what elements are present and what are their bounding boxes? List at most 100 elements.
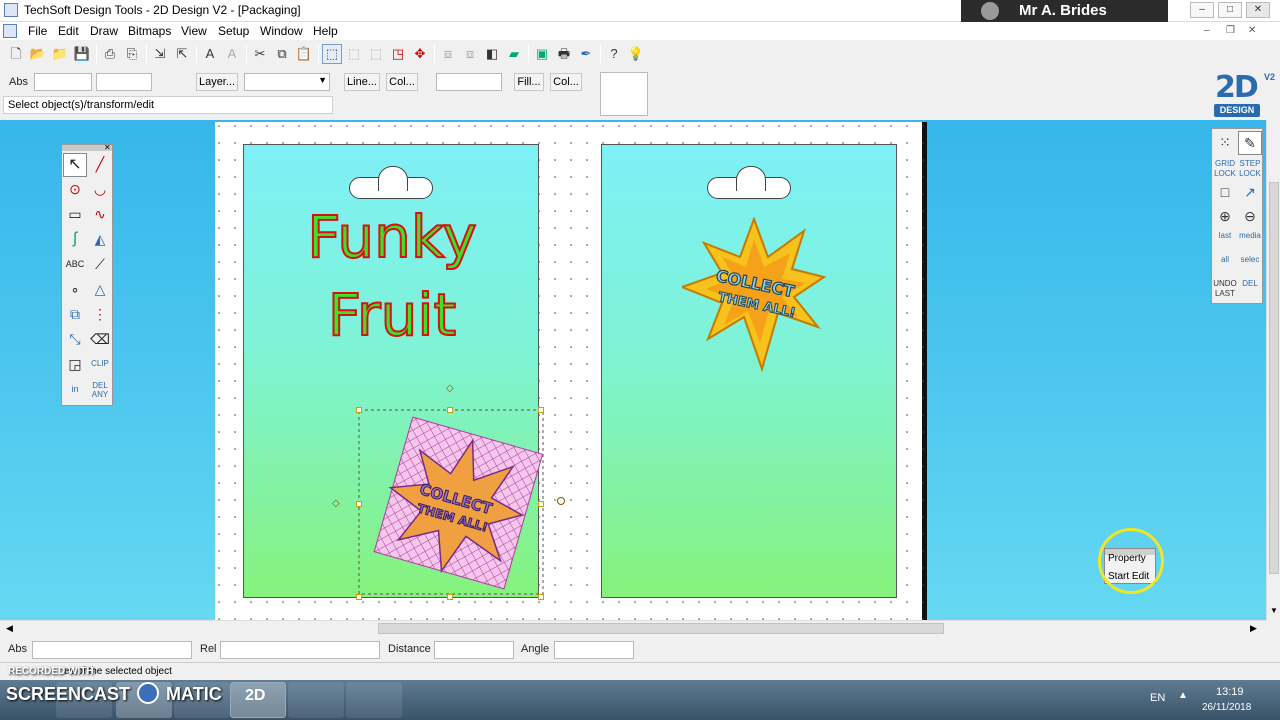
vertical-scroll-thumb[interactable] <box>1269 182 1279 574</box>
new-file-icon[interactable]: 🗋 <box>6 44 26 64</box>
handle-bottom-left[interactable] <box>356 594 362 600</box>
layer-up-icon[interactable]: ⧈ <box>438 44 458 64</box>
help-bulb-icon[interactable]: 💡 <box>626 44 646 64</box>
handle-bottom-right[interactable] <box>538 594 544 600</box>
erase-tool-icon[interactable]: ⌫ <box>88 328 112 352</box>
scroll-left-icon[interactable]: ◀ <box>6 623 13 634</box>
trim-tool-icon[interactable]: ◲ <box>63 353 87 377</box>
node-edit-icon[interactable]: ⤡ <box>63 328 87 352</box>
layer-dropdown[interactable]: ▼ <box>244 73 330 91</box>
print-setup-icon[interactable]: ⎘ <box>122 44 142 64</box>
clip-tool-icon[interactable]: CLIP <box>88 353 112 377</box>
line-width-field[interactable] <box>436 73 502 91</box>
selected-starburst-object[interactable]: COLLECT THEM ALL! <box>355 382 565 620</box>
horizontal-scroll-thumb[interactable] <box>378 623 944 634</box>
line-colour-button[interactable]: Col... <box>386 73 418 91</box>
in-tool-icon[interactable]: in <box>63 378 87 402</box>
all-icon[interactable]: all <box>1213 253 1237 277</box>
handle-top-left[interactable] <box>356 407 362 413</box>
del-icon[interactable]: DEL <box>1238 277 1262 301</box>
fill-colour-button[interactable]: Col... <box>550 73 582 91</box>
scroll-right-icon[interactable]: ▶ <box>1250 623 1257 634</box>
line-style-button[interactable]: Line... <box>344 73 380 91</box>
menu-file[interactable]: File <box>28 24 47 38</box>
cut-icon[interactable]: ✂ <box>250 44 270 64</box>
maximize-button[interactable]: □ <box>1218 2 1242 18</box>
circle-tool-icon[interactable]: ⊙ <box>63 178 87 202</box>
2d-design-taskbar-icon[interactable]: 2D <box>230 682 286 718</box>
step-lock-icon[interactable]: STEP LOCK <box>1238 157 1262 181</box>
open-file-icon[interactable]: 📂 <box>28 44 48 64</box>
pivot-handle-icon[interactable] <box>557 497 565 505</box>
document-icon[interactable] <box>3 24 17 38</box>
fruit-title[interactable]: Fruit <box>244 280 540 350</box>
layer-button[interactable]: Layer... <box>196 73 238 91</box>
delete-any-icon[interactable]: DEL ANY <box>88 378 112 402</box>
rotate-handle-icon[interactable]: ◇ <box>446 383 454 394</box>
abs-y-field[interactable] <box>96 73 152 91</box>
frame-icon[interactable]: □ <box>1213 181 1237 205</box>
drawing-workspace[interactable]: Funky Fruit COLLECT THEM ALL! COLLECT TH… <box>0 120 1266 620</box>
pen-plotter-icon[interactable]: ✒ <box>576 44 596 64</box>
vertical-scrollbar[interactable]: ▼ <box>1266 120 1280 620</box>
grid-lock-icon[interactable]: GRID LOCK <box>1213 157 1237 181</box>
arc-tool-icon[interactable]: ◡ <box>88 178 112 202</box>
text-tool-icon[interactable]: ABC <box>63 253 87 277</box>
close-button[interactable]: ✕ <box>1246 2 1270 18</box>
media-icon[interactable]: media <box>1238 229 1262 253</box>
funky-title[interactable]: Funky <box>244 202 540 272</box>
context-help-icon[interactable]: ? <box>604 44 624 64</box>
menu-help[interactable]: Help <box>313 24 338 38</box>
line-tool-icon[interactable]: ╱ <box>88 153 112 177</box>
grid-icon[interactable]: ⁙ <box>1213 131 1237 155</box>
app-taskbar-icon[interactable] <box>346 682 402 718</box>
menu-setup[interactable]: Setup <box>218 24 249 38</box>
handle-middle-left[interactable] <box>356 501 362 507</box>
triangle-tool-icon[interactable]: △ <box>88 278 112 302</box>
toolbox-close-icon[interactable]: ✕ <box>104 143 111 152</box>
group-tool-icon[interactable]: ⧉ <box>63 303 87 327</box>
import-icon[interactable]: ⇲ <box>150 44 170 64</box>
paste-icon[interactable]: 📋 <box>294 44 314 64</box>
horizontal-scrollbar[interactable]: ◀ ▶ <box>0 620 1266 636</box>
printer-icon[interactable]: 🖶 <box>554 44 574 64</box>
hatch-fill-icon[interactable]: ▰ <box>504 44 524 64</box>
collect-starburst-right[interactable]: COLLECT THEM ALL! <box>682 217 827 372</box>
handle-middle-right[interactable] <box>538 501 544 507</box>
pen-icon[interactable]: ✎ <box>1238 131 1262 155</box>
menu-draw[interactable]: Draw <box>90 24 118 38</box>
skew-handle-icon[interactable]: ◇ <box>332 498 340 509</box>
mdi-restore-icon[interactable]: ❐ <box>1226 25 1235 36</box>
select-layer-icon[interactable]: ⬚ <box>366 44 386 64</box>
curve-tool-icon[interactable]: ∿ <box>88 203 112 227</box>
tray-chevron-icon[interactable]: ▲ <box>1178 690 1188 701</box>
last-icon[interactable]: last <box>1213 229 1237 253</box>
rectangle-tool-icon[interactable]: ▭ <box>63 203 87 227</box>
menu-window[interactable]: Window <box>260 24 303 38</box>
zoom-out-icon[interactable]: ⊖ <box>1238 205 1262 229</box>
clock-date[interactable]: 26/11/2018 <box>1202 702 1251 713</box>
abs-x-field[interactable] <box>34 73 92 91</box>
fill-button[interactable]: Fill... <box>514 73 544 91</box>
font-icon[interactable]: A <box>200 44 220 64</box>
export-icon[interactable]: ⇱ <box>172 44 192 64</box>
save-icon[interactable]: 💾 <box>72 44 92 64</box>
move-icon[interactable]: ✥ <box>410 44 430 64</box>
select-icon[interactable]: selec <box>1238 253 1262 277</box>
mdi-close-icon[interactable]: ✕ <box>1248 25 1256 36</box>
select-mode-icon[interactable]: ⬚ <box>322 44 342 64</box>
undo-last-icon[interactable]: UNDO LAST <box>1213 277 1237 301</box>
axis-icon[interactable]: ↗ <box>1238 181 1262 205</box>
menu-bitmaps[interactable]: Bitmaps <box>128 24 171 38</box>
mdi-minimize-icon[interactable]: – <box>1204 25 1210 36</box>
handle-bottom-middle[interactable] <box>447 594 453 600</box>
drawing-sheet[interactable]: Funky Fruit COLLECT THEM ALL! COLLECT TH… <box>215 122 927 620</box>
view-frame-icon[interactable]: ▣ <box>532 44 552 64</box>
shade-icon[interactable]: ◧ <box>482 44 502 64</box>
handle-top-right[interactable] <box>538 407 544 413</box>
select-group-icon[interactable]: ⬚ <box>344 44 364 64</box>
clock-time[interactable]: 13:19 <box>1216 686 1244 698</box>
packaging-back-panel[interactable]: COLLECT THEM ALL! <box>601 144 897 598</box>
menu-view[interactable]: View <box>181 24 207 38</box>
hatch-tool-icon[interactable]: ◭ <box>88 228 112 252</box>
